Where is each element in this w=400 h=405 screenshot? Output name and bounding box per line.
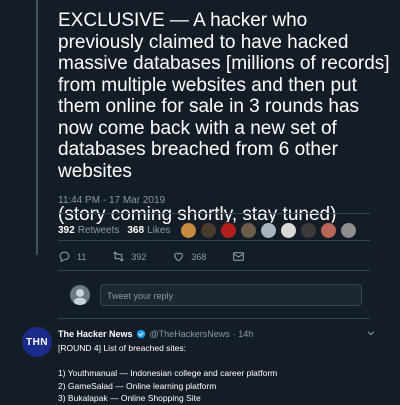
like-count: 368 <box>191 251 207 262</box>
tweet-text: EXCLUSIVE — A hacker who previously clai… <box>58 10 390 225</box>
verified-badge-icon <box>136 329 145 339</box>
reply-composer: Tweet your reply <box>58 280 366 310</box>
liker-avatar[interactable] <box>180 222 198 239</box>
likes-count[interactable]: 368 <box>127 225 144 236</box>
liker-avatar[interactable] <box>300 222 318 239</box>
retweet-count: 392 <box>131 251 147 262</box>
retweets-count[interactable]: 392 <box>58 225 75 236</box>
next-tweet-body: [ROUND 4] List of breached sites: 1) You… <box>58 343 278 403</box>
liker-avatar[interactable] <box>240 222 258 239</box>
liker-avatar[interactable] <box>200 222 218 239</box>
tweet-stats: 392 Retweets 368 Likes <box>58 222 360 239</box>
divider <box>58 240 370 241</box>
envelope-icon <box>233 252 245 261</box>
message-action[interactable] <box>232 250 251 263</box>
reply-count: 11 <box>77 251 87 262</box>
liker-avatar[interactable] <box>320 222 338 239</box>
user-avatar[interactable] <box>70 285 90 305</box>
likes-label[interactable]: Likes <box>147 225 170 236</box>
reply-icon <box>59 251 70 263</box>
divider <box>58 270 370 271</box>
divider <box>58 318 370 319</box>
tweet-actions: 11 392 368 <box>58 250 277 263</box>
tweet-timestamp[interactable]: 11:44 PM - 17 Mar 2019 <box>58 195 165 206</box>
tweet-time[interactable]: · 14h <box>233 329 254 339</box>
heart-icon <box>174 252 184 262</box>
likers-avatars <box>180 222 360 239</box>
chevron-down-icon[interactable] <box>366 328 376 338</box>
retweet-icon <box>113 251 125 262</box>
liker-avatar[interactable] <box>340 222 358 239</box>
thread-line <box>36 0 38 255</box>
retweet-action[interactable]: 392 <box>112 250 146 263</box>
divider <box>58 213 370 214</box>
thn-avatar[interactable]: THN <box>22 327 52 357</box>
liker-avatar[interactable] <box>280 222 298 239</box>
author-handle[interactable]: @TheHackersNews <box>150 329 230 339</box>
reply-input[interactable]: Tweet your reply <box>100 284 362 306</box>
retweets-label[interactable]: Retweets <box>78 225 120 236</box>
author-name[interactable]: The Hacker News <box>58 329 133 339</box>
like-action[interactable]: 368 <box>172 250 206 263</box>
liker-avatar[interactable] <box>260 222 278 239</box>
liker-avatar[interactable] <box>220 222 238 239</box>
reply-action[interactable]: 11 <box>58 250 86 263</box>
next-tweet-header: The Hacker News @TheHackersNews · 14h <box>58 329 253 339</box>
